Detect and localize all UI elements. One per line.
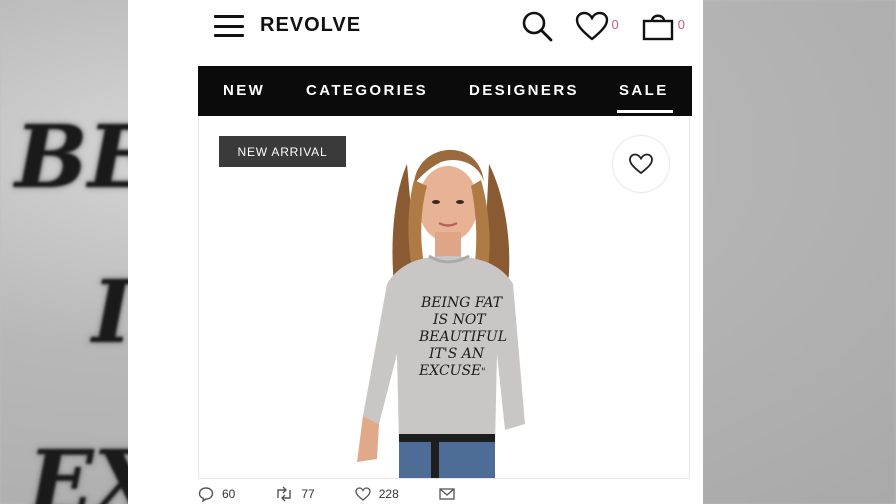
retweet-button[interactable]: 77 [275,486,315,502]
shirt-text-line-5: EXCUSE [418,363,481,379]
background-left-panel: BE I EX [0,0,128,504]
search-icon [522,11,552,42]
favorite-button[interactable] [613,136,669,192]
shirt-text-line-1: BEING FAT [420,295,504,311]
bag-button[interactable]: 0 [641,9,685,43]
app-header: REVOLVE 0 0 [198,0,693,62]
shirt-text-line-2: IS NOT [432,312,487,328]
header-actions: 0 0 [519,8,685,44]
bag-count: 0 [677,16,685,32]
background-text-top: BE [15,107,128,208]
nav-item-designers[interactable]: DESIGNERS [469,82,579,99]
category-navbar: NEW CATEGORIES DESIGNERS SALE [198,66,692,116]
brand-logo[interactable]: REVOLVE [260,14,361,37]
background-text-bottom: EX [28,432,128,504]
heart-icon [355,487,371,501]
message-button[interactable] [439,488,455,500]
shirt-text-line-3: BEAUTIFUL [418,329,507,345]
retweet-count: 77 [301,487,315,501]
like-button[interactable]: 228 [355,487,399,501]
product-image[interactable]: BEING FAT IS NOT BEAUTIFUL IT'S AN EXCUS… [319,124,579,478]
heart-icon [629,153,653,175]
product-card[interactable]: NEW ARRIVAL BEING FAT IS NOT BEAUTIFUL I… [198,116,690,479]
mail-icon [439,488,455,500]
retweet-icon [277,486,292,502]
nav-item-categories[interactable]: CATEGORIES [306,82,428,99]
reply-button[interactable]: 60 [198,486,235,502]
search-button[interactable] [519,8,555,44]
tweet-actions: 60 77 228 [198,486,495,502]
shirt-text-line-4: IT'S AN [428,346,485,362]
background-text-mid: I [92,270,128,356]
menu-icon[interactable] [214,15,244,37]
wishlist-count: 0 [611,16,619,32]
shirt-text-quote: " [481,367,486,378]
wishlist-button[interactable]: 0 [575,11,619,41]
like-count: 228 [378,487,399,501]
phone-screen: REVOLVE 0 0 NEW CATEGORIES DESIGNERS SAL… [128,0,703,504]
nav-item-new[interactable]: NEW [223,82,265,99]
comment-icon [198,487,214,502]
shopping-bag-icon [642,14,673,41]
background-right-panel [703,0,896,504]
heart-icon [575,11,608,41]
comment-count: 60 [222,487,236,501]
nav-item-sale[interactable]: SALE [617,82,673,113]
